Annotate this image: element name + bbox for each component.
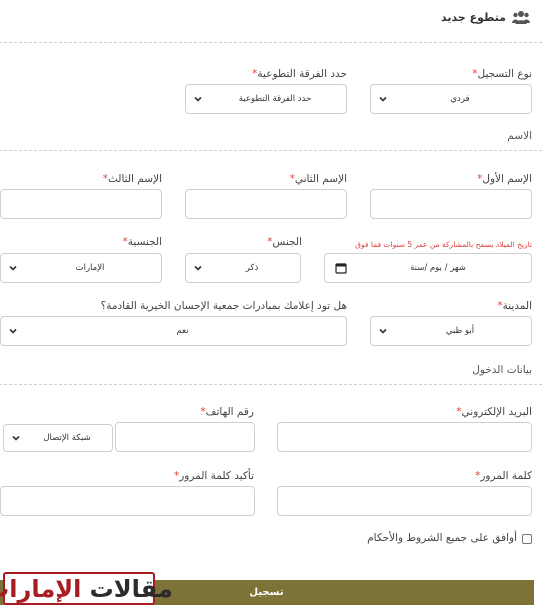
- city-select[interactable]: أبو ظبي: [371, 316, 533, 346]
- phone-label: رقم الهاتف*: [201, 406, 255, 418]
- page-title: متطوع جديد: [441, 11, 507, 24]
- gender-label: الجنس*: [268, 236, 303, 248]
- chevron-down-icon: [380, 96, 388, 102]
- calendar-icon: [336, 263, 348, 274]
- team-select[interactable]: حدد الفرقة التطوعية: [186, 84, 348, 114]
- birth-date-input[interactable]: شهر / يوم /سنة: [325, 253, 533, 283]
- second-name-label: الإسم الثاني*: [290, 173, 348, 185]
- confirm-password-input[interactable]: [1, 486, 256, 516]
- terms-checkbox[interactable]: [523, 534, 533, 544]
- watermark-logo: مقالات الإمارات: [0, 572, 174, 605]
- users-icon: [513, 9, 531, 28]
- network-select[interactable]: شبكة الإتصال: [4, 424, 114, 452]
- password-label: كلمة المرور*: [476, 470, 533, 482]
- chevron-down-icon: [380, 328, 388, 334]
- email-input[interactable]: [278, 422, 533, 452]
- first-name-input[interactable]: [371, 189, 533, 219]
- team-label: حدد الفرقة التطوعية*: [253, 68, 348, 80]
- name-section-title: الاسم: [508, 130, 533, 142]
- confirm-password-label: تأكيد كلمة المرور*: [174, 470, 255, 482]
- chevron-down-icon: [10, 328, 18, 334]
- divider: [0, 384, 543, 385]
- birth-date-label: تاريخ الميلاد يسمح بالمشاركة من عمر 5 سن…: [356, 240, 533, 249]
- terms-label: أوافق على جميع الشروط والأحكام: [368, 532, 518, 544]
- phone-input[interactable]: [116, 422, 256, 452]
- first-name-label: الإسم الأول*: [478, 173, 533, 185]
- chevron-down-icon: [195, 96, 203, 102]
- third-name-label: الإسم الثالث*: [103, 173, 163, 185]
- registration-type-label: نوع التسجيل*: [473, 68, 533, 80]
- notify-select[interactable]: نعم: [1, 316, 348, 346]
- divider: [0, 150, 543, 151]
- city-label: المدينة*: [498, 300, 533, 312]
- notify-label: هل تود إعلامك بمبادرات جمعية الإحسان الخ…: [101, 300, 348, 312]
- registration-type-select[interactable]: فردي: [371, 84, 533, 114]
- chevron-down-icon: [10, 265, 18, 271]
- email-label: البريد الإلكتروني*: [457, 406, 533, 418]
- second-name-input[interactable]: [186, 189, 348, 219]
- chevron-down-icon: [195, 265, 203, 271]
- gender-select[interactable]: ذكر: [186, 253, 302, 283]
- divider: [0, 42, 543, 43]
- nationality-label: الجنسية*: [123, 236, 163, 248]
- password-input[interactable]: [278, 486, 533, 516]
- nationality-select[interactable]: الإمارات: [1, 253, 163, 283]
- third-name-input[interactable]: [1, 189, 163, 219]
- login-section-title: بيانات الدخول: [473, 364, 533, 376]
- chevron-down-icon: [13, 435, 21, 441]
